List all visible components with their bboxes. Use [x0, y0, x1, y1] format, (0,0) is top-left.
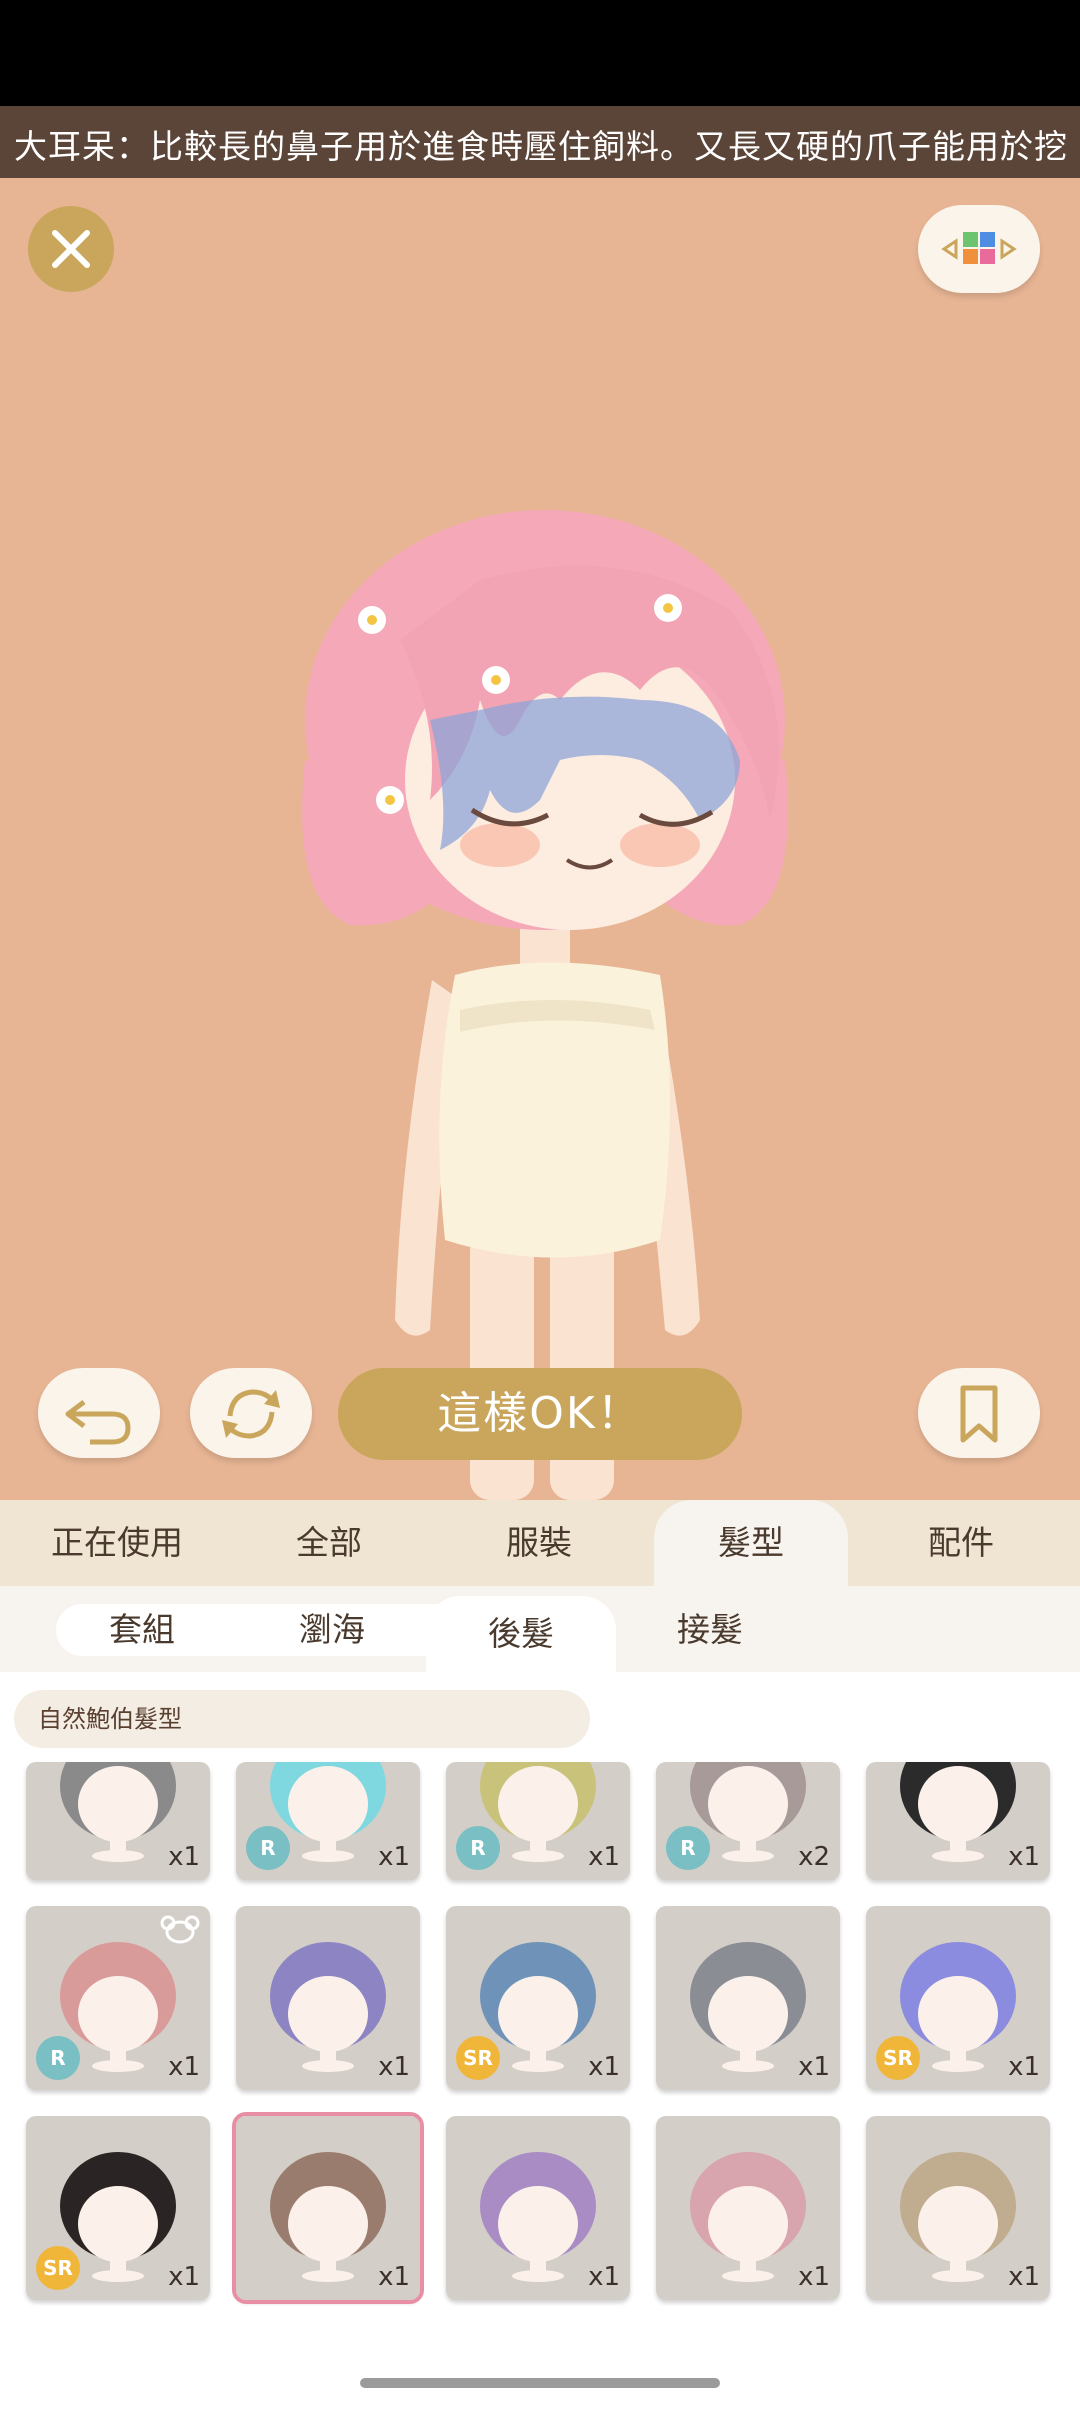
category-label: 自然鮑伯髮型	[14, 1690, 590, 1748]
item-count: x2	[798, 1842, 830, 1872]
item-count: x1	[1008, 1842, 1040, 1872]
tab-in-use[interactable]: 正在使用	[14, 1500, 220, 1586]
rarity-badge: SR	[36, 2246, 80, 2290]
confirm-ok-button[interactable]: 這樣OK！	[338, 1368, 742, 1460]
bookmark-button[interactable]	[918, 1368, 1040, 1458]
reset-button[interactable]	[190, 1368, 312, 1458]
undo-icon	[65, 1400, 131, 1445]
hair-item-tile[interactable]: x1	[232, 2112, 424, 2304]
close-icon	[52, 230, 90, 268]
hair-item-tile[interactable]: x1	[656, 1906, 840, 2090]
rarity-badge: R	[246, 1826, 290, 1870]
rarity-badge: R	[666, 1826, 710, 1870]
hair-item-tile[interactable]: x1	[866, 2116, 1050, 2300]
item-count: x1	[378, 2262, 410, 2292]
rarity-badge: R	[456, 1826, 500, 1870]
hair-item-tile[interactable]: SR x1	[866, 1906, 1050, 2090]
item-count: x1	[168, 2262, 200, 2292]
item-count: x1	[378, 1842, 410, 1872]
ticker-text: 大耳呆：比較長的鼻子用於進食時壓住飼料。又長又硬的爪子能用於挖	[14, 127, 1068, 166]
character-preview	[302, 510, 788, 1500]
subtab-set[interactable]: 套組	[72, 1600, 212, 1660]
item-count: x1	[588, 2262, 620, 2292]
item-count: x1	[1008, 2262, 1040, 2292]
color-palette-icon	[941, 232, 1017, 264]
tab-hairstyle[interactable]: 髮型	[654, 1500, 848, 1586]
hair-item-tile[interactable]: Rx1	[26, 1906, 210, 2090]
hair-item-tile[interactable]: x1	[446, 2116, 630, 2300]
item-count: x1	[798, 2052, 830, 2082]
refresh-icon	[222, 1389, 280, 1439]
hair-item-tile[interactable]: SR x1	[26, 2116, 210, 2300]
item-count: x1	[168, 1842, 200, 1872]
hair-item-tile[interactable]: SR x1	[446, 1906, 630, 2090]
tab-clothing[interactable]: 服裝	[436, 1500, 642, 1586]
hair-item-tile[interactable]: x1	[236, 1906, 420, 2090]
rarity-badge: R	[36, 2036, 80, 2080]
subtab-back-hair[interactable]: 後髮	[426, 1596, 616, 1672]
item-count: x1	[378, 2052, 410, 2082]
hair-item-tile[interactable]: Rx2	[656, 1762, 840, 1880]
category-tabs: 正在使用 全部 服裝 髮型 配件	[0, 1500, 1080, 1586]
item-count: x1	[1008, 2052, 1040, 2082]
bear-icon	[160, 1914, 200, 1944]
background-color-button[interactable]	[918, 205, 1040, 293]
hair-item-tile[interactable]: x1	[26, 1762, 210, 1880]
item-count: x1	[798, 2262, 830, 2292]
hair-item-tile[interactable]: x1	[656, 2116, 840, 2300]
hair-item-tile[interactable]: x1	[866, 1762, 1050, 1880]
tab-all[interactable]: 全部	[226, 1500, 432, 1586]
tab-accessories[interactable]: 配件	[858, 1500, 1064, 1586]
status-bar	[0, 0, 1080, 106]
hair-item-tile[interactable]: Rx1	[236, 1762, 420, 1880]
character-stage	[0, 178, 1080, 1500]
rarity-badge: SR	[456, 2036, 500, 2080]
undo-button[interactable]	[38, 1368, 160, 1458]
item-count: x1	[588, 1842, 620, 1872]
bookmark-icon	[960, 1385, 998, 1443]
subtab-bangs[interactable]: 瀏海	[262, 1600, 402, 1660]
subtab-extensions[interactable]: 接髮	[640, 1600, 780, 1660]
hair-item-tile[interactable]: Rx1	[446, 1762, 630, 1880]
item-count: x1	[588, 2052, 620, 2082]
rarity-badge: SR	[876, 2036, 920, 2080]
item-description-ticker: 大耳呆：比較長的鼻子用於進食時壓住飼料。又長又硬的爪子能用於挖	[0, 106, 1080, 178]
item-count: x1	[168, 2052, 200, 2082]
home-indicator[interactable]	[360, 2378, 720, 2388]
close-button[interactable]	[28, 206, 114, 292]
